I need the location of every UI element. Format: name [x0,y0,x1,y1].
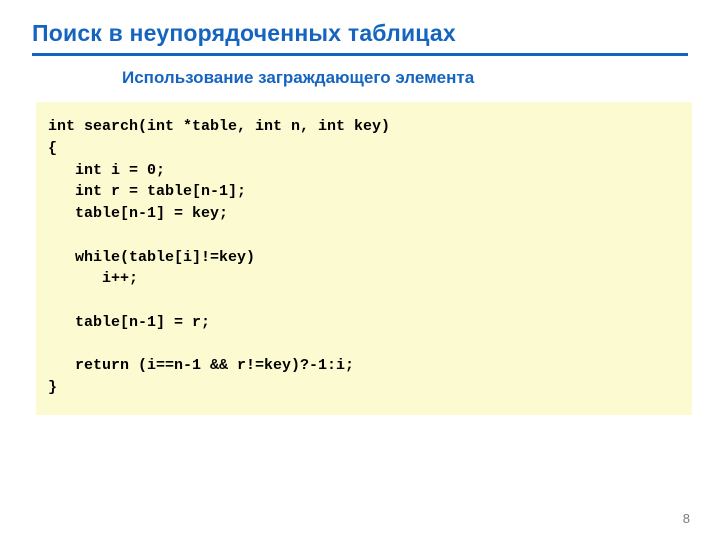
slide-title: Поиск в неупорядоченных таблицах [32,20,688,53]
title-underline [32,53,688,56]
slide: Поиск в неупорядоченных таблицах Использ… [0,0,720,540]
code-block: int search(int *table, int n, int key) {… [36,102,692,415]
page-number: 8 [683,511,690,526]
slide-subtitle: Использование заграждающего элемента [32,68,688,88]
